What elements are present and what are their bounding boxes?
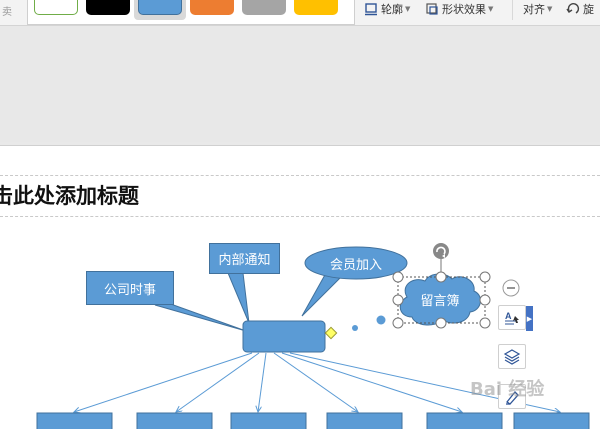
connector-line [74,352,253,412]
shape-effects-caret-icon: ▼ [488,5,494,13]
selection-handle[interactable] [435,271,447,283]
callout-news-text: 公司时事 [103,282,156,298]
style-swatch-gold[interactable] [294,0,338,15]
connector-line [176,352,260,412]
ribbon-left-fragment: 卖 [2,7,12,18]
connector-line [258,352,267,412]
child-box-1[interactable] [36,412,113,429]
align-label: 对齐 [523,3,545,16]
shape-effects-button[interactable]: 形状效果 ▼ [425,1,493,17]
child-box-2[interactable] [136,412,213,429]
side-panel-expand-tab[interactable]: ▶ [526,306,533,331]
selection-handle[interactable] [392,317,404,329]
baidu-watermark: Bai 经验 [470,379,545,400]
style-swatch-gray[interactable] [242,0,286,15]
toolbar-divider [512,0,513,20]
selection-handle[interactable] [392,294,404,306]
callout-tail-news [154,302,247,332]
selection-handle[interactable] [479,271,491,283]
callout-notice[interactable]: 内部通知 [209,243,280,274]
cloud-guestbook-label: 留言簿 [420,294,460,309]
callout-notice-text: 内部通知 [218,253,271,268]
selection-handle[interactable] [479,317,491,329]
shape-effects-label: 形状效果 [442,3,486,16]
rotate-button[interactable]: 旋 [566,1,594,17]
child-box-4[interactable] [326,412,403,429]
connector-line [281,352,462,412]
layers-button[interactable] [498,344,526,369]
shape-style-gallery [27,0,355,25]
collapse-minus-icon[interactable] [502,279,520,297]
text-format-icon: A [505,311,519,324]
connector-line [273,352,358,412]
rotate-label: 旋 [583,3,594,16]
callout-tail-members [301,272,346,317]
child-box-5[interactable] [426,412,503,429]
outline-icon [365,3,377,16]
callout-members-label: 会员加入 [329,258,382,273]
rotate-icon [566,3,580,14]
svg-text:A: A [505,311,512,321]
center-topic-box[interactable] [242,320,326,353]
thought-bubble-dot-large [376,315,386,325]
rotate-handle-icon[interactable] [433,243,449,259]
outline-label: 轮廓 [381,3,403,16]
selection-handle[interactable] [479,294,491,306]
selection-handle[interactable] [435,317,447,329]
style-swatch-black[interactable] [86,0,130,15]
align-caret-icon: ▼ [547,5,553,13]
ribbon-toolbar: 卖 轮廓 ▼ 形状效果 ▼ 对齐 ▼ 旋 [0,0,600,26]
thought-bubble-dot-small [352,325,358,331]
selection-handle[interactable] [392,271,404,283]
child-box-3[interactable] [230,412,307,429]
canvas-background [0,26,600,142]
style-swatch-blue[interactable] [138,0,182,15]
outline-caret-icon: ▼ [405,5,411,13]
callout-news[interactable]: 公司时事 [86,271,174,305]
callout-tail-notice [227,272,250,324]
shape-effects-icon [426,3,438,15]
slide-canvas[interactable]: 击此处添加标题 公司时事 内部通知 会员加入 留言簿 A ▶ Bai 经验 [0,145,600,429]
text-format-button[interactable]: A [498,305,526,330]
style-swatch-orange[interactable] [190,0,234,15]
outline-button[interactable]: 轮廓 ▼ [364,1,410,17]
child-box-6[interactable] [513,412,590,429]
align-button[interactable]: 对齐 ▼ [523,1,552,17]
layers-icon [503,348,521,365]
adjust-handle[interactable] [324,326,338,340]
style-swatch-white[interactable] [34,0,78,15]
